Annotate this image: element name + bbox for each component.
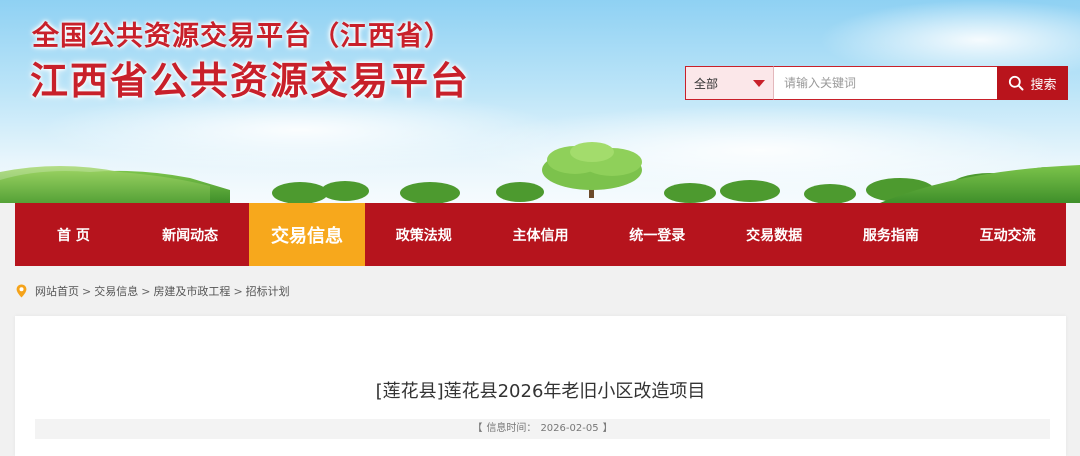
nav-item-policy[interactable]: 政策法规 (365, 203, 482, 266)
breadcrumb: 网站首页 > 交易信息 > 房建及市政工程 > 招标计划 (16, 283, 290, 299)
breadcrumb-separator: > (233, 284, 243, 298)
article-card: [莲花县]莲花县2026年老旧小区改造项目 【信息时间： 2026-02-05】 (15, 316, 1066, 456)
nav-item-data[interactable]: 交易数据 (716, 203, 833, 266)
meta-label: 信息时间： (486, 423, 537, 434)
breadcrumb-home[interactable]: 网站首页 (35, 283, 79, 299)
meta-date: 2026-02-05 (540, 423, 599, 434)
search-input[interactable] (773, 66, 997, 100)
site-subtitle: 全国公共资源交易平台（江西省） (32, 21, 452, 52)
nav-item-interaction[interactable]: 互动交流 (949, 203, 1066, 266)
meta-open-bracket: 【 (472, 423, 483, 434)
breadcrumb-construction[interactable]: 房建及市政工程 (153, 283, 230, 299)
nav-item-credit[interactable]: 主体信用 (482, 203, 599, 266)
breadcrumb-separator: > (141, 284, 151, 298)
search-category-value: 全部 (694, 76, 719, 91)
article-meta: 【信息时间： 2026-02-05】 (35, 419, 1050, 439)
search-icon (1009, 75, 1024, 91)
meta-close-bracket: 】 (602, 423, 613, 434)
chevron-down-icon (753, 79, 765, 87)
breadcrumb-separator: > (82, 284, 92, 298)
search-button-label: 搜索 (1030, 77, 1057, 93)
nav-item-news[interactable]: 新闻动态 (132, 203, 249, 266)
location-pin-icon (16, 284, 27, 298)
breadcrumb-bid-plan[interactable]: 招标计划 (246, 283, 290, 299)
search-category-select[interactable]: 全部 (685, 66, 773, 100)
breadcrumb-trade-info[interactable]: 交易信息 (94, 283, 138, 299)
site-title: 江西省公共资源交易平台 (30, 58, 471, 103)
search-bar: 全部 搜索 (685, 66, 1068, 100)
nav-item-home[interactable]: 首 页 (15, 203, 132, 266)
main-nav: 首 页 新闻动态 交易信息 政策法规 主体信用 统一登录 交易数据 服务指南 互… (15, 203, 1066, 266)
search-button[interactable]: 搜索 (997, 66, 1068, 100)
nav-item-guide[interactable]: 服务指南 (832, 203, 949, 266)
nav-item-login[interactable]: 统一登录 (599, 203, 716, 266)
nav-item-trade-info[interactable]: 交易信息 (248, 203, 366, 266)
article-title: [莲花县]莲花县2026年老旧小区改造项目 (375, 381, 706, 402)
header-banner: 全国公共资源交易平台（江西省） 江西省公共资源交易平台 全部 搜索 (0, 0, 1080, 203)
